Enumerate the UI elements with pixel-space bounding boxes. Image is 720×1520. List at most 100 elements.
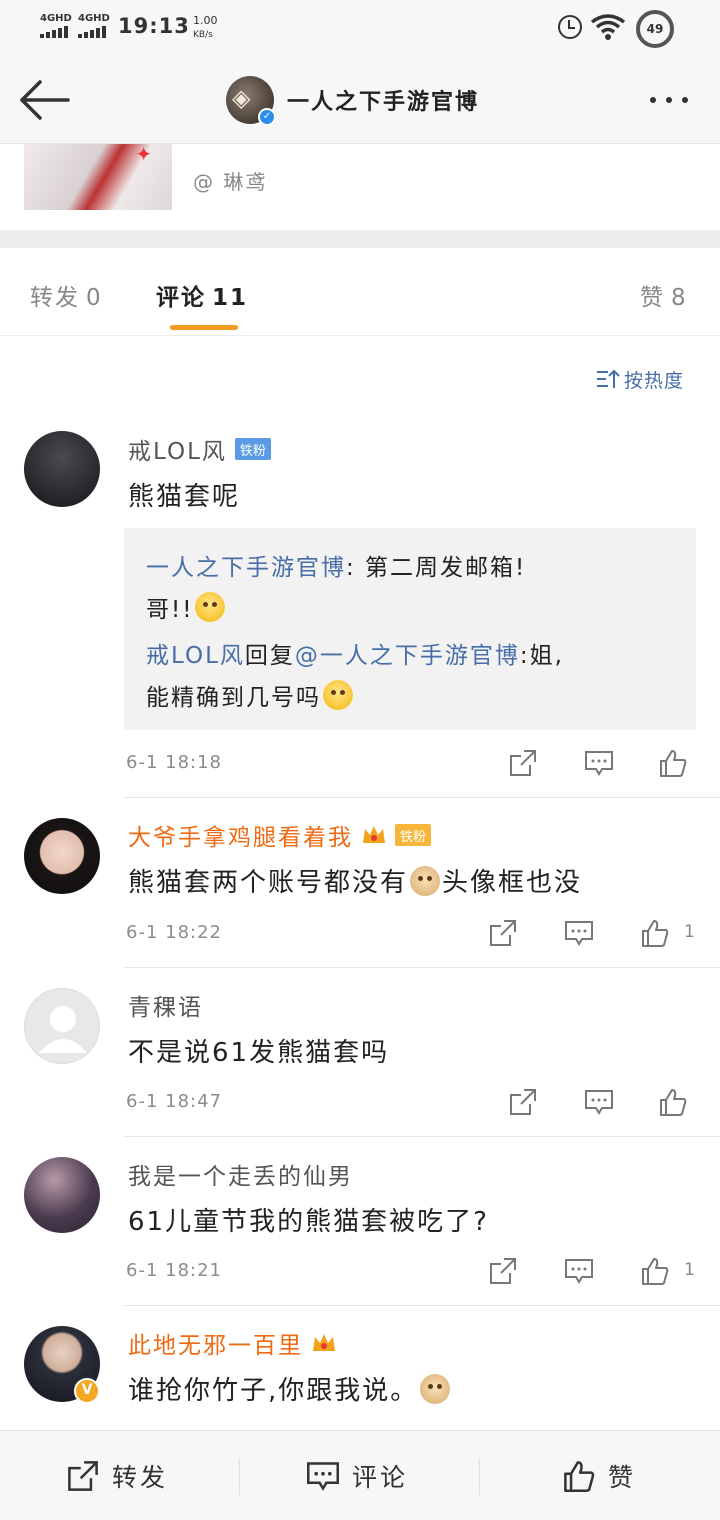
tab-like-label: 赞	[640, 285, 665, 311]
like-count: 1	[684, 922, 695, 942]
comment-text: 熊猫套呢	[128, 482, 241, 512]
comment-text: 61儿童节我的熊猫套被吃了?	[128, 1207, 489, 1237]
comment-time: 6-1 18:21	[126, 1260, 222, 1281]
quote-text: 哥!!	[146, 597, 194, 623]
avatar[interactable]	[24, 1157, 100, 1233]
mention-link[interactable]: @一人之下手游官博	[295, 636, 520, 670]
author-name: 此地无邪一百里	[128, 1333, 303, 1359]
wifi-icon	[590, 14, 626, 40]
share-icon[interactable]	[508, 1087, 538, 1117]
status-bar: 4GHD 4GHD 19:13 1.00 KB/s 49	[0, 0, 720, 56]
comment-divider	[124, 1136, 720, 1137]
author-name: 大爷手拿鸡腿看着我	[128, 825, 353, 851]
sort-icon	[597, 369, 620, 388]
speed-value: 1.00	[193, 14, 218, 27]
comment-icon[interactable]	[564, 1256, 594, 1286]
comment-text-part: 头像框也没	[442, 868, 583, 898]
share-icon	[68, 1461, 98, 1491]
card-author: @ 琳鸢	[193, 170, 268, 194]
doge-emoji-icon	[420, 1373, 451, 1404]
quote-text: 回复	[244, 643, 295, 669]
bar-divider	[479, 1459, 480, 1495]
like-icon[interactable]	[640, 1256, 670, 1286]
doge-emoji-icon	[410, 865, 441, 896]
comment-time: 6-1 18:18	[126, 752, 222, 773]
retweet-card[interactable]: ✦ ▔▔ ▔ @ 琳鸢	[0, 144, 720, 230]
tab-comment-label: 评论	[156, 285, 206, 311]
comment-text-part: 谁抢你竹子,你跟我说。	[128, 1376, 419, 1406]
quote-text: : 第二周发邮箱!	[346, 555, 527, 581]
comment-author[interactable]: 大爷手拿鸡腿看着我 铁粉	[128, 818, 432, 852]
tab-like[interactable]: 赞8	[640, 278, 688, 312]
tab-comment-count: 11	[212, 285, 249, 311]
crying-emoji-icon	[323, 680, 353, 710]
comment-actions	[488, 748, 708, 782]
quote-line: 能精确到几号吗	[146, 678, 355, 712]
comment-author[interactable]: 戒LOL风 铁粉	[128, 432, 271, 466]
comment-text: 熊猫套两个账号都没有 头像框也没	[128, 862, 582, 899]
comment-text-part: 熊猫套两个账号都没有	[128, 868, 409, 898]
more-dots-icon[interactable]	[650, 90, 698, 110]
tab-forward-label: 转发	[30, 285, 80, 311]
quote-text: 能精确到几号吗	[146, 685, 321, 711]
sort-button[interactable]: 按热度	[596, 366, 684, 392]
comment-text: 不是说61发熊猫套吗	[128, 1038, 390, 1068]
fan-badge: 铁粉	[234, 438, 271, 460]
crown-icon	[313, 1334, 335, 1351]
avatar[interactable]	[24, 431, 100, 507]
section-divider	[0, 230, 720, 248]
tab-forward[interactable]: 转发 0	[30, 278, 103, 312]
like-icon[interactable]	[658, 748, 688, 778]
page-title[interactable]: 一人之下手游官博	[287, 84, 479, 116]
author-name: 我是一个走丢的仙男	[128, 1164, 353, 1190]
avatar-image: ◈	[232, 84, 251, 112]
tab-comment[interactable]: 评论 11	[156, 278, 248, 312]
speed-unit: KB/s	[193, 30, 213, 40]
like-label: 赞	[608, 1463, 637, 1492]
comment-icon	[307, 1462, 339, 1491]
crying-emoji-icon	[195, 592, 226, 622]
share-icon[interactable]	[508, 748, 538, 778]
comment-author[interactable]: 我是一个走丢的仙男	[128, 1157, 353, 1191]
avatar[interactable]	[24, 818, 100, 894]
author-name: 戒LOL风	[128, 439, 227, 465]
bottom-action-bar: 转发 评论 赞	[0, 1430, 720, 1520]
quote-line: 一人之下手游官博: 第二周发邮箱!	[146, 548, 526, 582]
comment-divider	[124, 797, 720, 798]
card-thumbnail: ✦	[24, 144, 172, 210]
like-count: 1	[684, 1260, 695, 1280]
share-icon[interactable]	[488, 1256, 518, 1286]
comment-author[interactable]: 此地无邪一百里	[128, 1326, 337, 1360]
card-title-cutoff: ▔▔ ▔	[196, 144, 254, 157]
comment-time: 6-1 18:47	[126, 1091, 222, 1112]
reply-quote[interactable]: 一人之下手游官博: 第二周发邮箱! 哥!! 戒LOL风 回复 @一人之下手游官博:姐…	[124, 528, 696, 730]
comment-actions: 1	[488, 918, 708, 952]
share-icon[interactable]	[488, 918, 518, 948]
comment-button[interactable]: 评论	[306, 1459, 408, 1493]
tab-bar: 转发 0 评论 11 赞8	[0, 248, 720, 336]
quote-author-link[interactable]: 一人之下手游官博	[146, 548, 346, 582]
tab-forward-count: 0	[86, 285, 103, 311]
forward-label: 转发	[112, 1463, 169, 1492]
comment-icon[interactable]	[584, 748, 614, 778]
comment-icon[interactable]	[584, 1087, 614, 1117]
avatar[interactable]	[24, 988, 100, 1064]
comment-actions	[488, 1087, 708, 1121]
comment-actions: 1	[488, 1256, 708, 1290]
comment-divider	[124, 1305, 720, 1306]
comment-author[interactable]: 青稞语	[128, 988, 203, 1022]
comment-icon[interactable]	[564, 918, 594, 948]
like-icon	[564, 1461, 595, 1492]
like-icon[interactable]	[658, 1087, 688, 1117]
network-label: 4GHD	[40, 13, 72, 24]
like-icon[interactable]	[640, 918, 670, 948]
quote-text: :姐,	[519, 643, 564, 669]
top-nav: ◈ ✓ 一人之下手游官博	[0, 56, 720, 144]
sort-label: 按热度	[624, 369, 685, 392]
like-button[interactable]: 赞	[562, 1459, 636, 1493]
signal-icon	[40, 26, 68, 38]
quote-author-link[interactable]: 戒LOL风	[146, 636, 245, 670]
thumbnail-art: ✦	[135, 144, 152, 166]
arrow-left-icon[interactable]	[18, 78, 70, 122]
forward-button[interactable]: 转发	[66, 1459, 168, 1493]
